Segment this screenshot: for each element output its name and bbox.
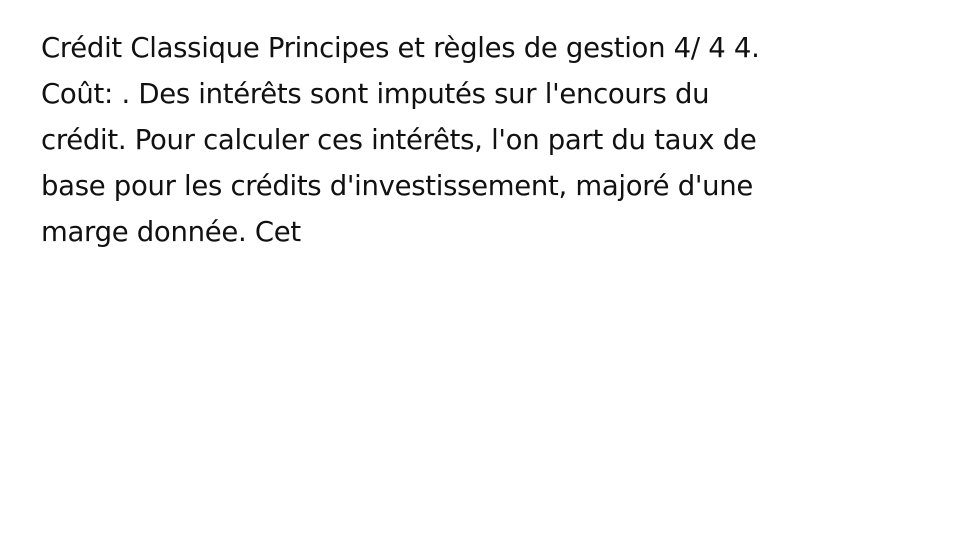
text-line-1: Crédit Classique Principes et règles de … xyxy=(41,32,760,64)
text-line-2: Coût: . Des intérêts sont imputés sur l'… xyxy=(41,78,710,110)
text-line-5: marge donnée. Cet xyxy=(41,216,301,248)
document-page: Crédit Classique Principes et règles de … xyxy=(0,0,960,540)
text-line-4: base pour les crédits d'investissement, … xyxy=(41,170,754,202)
text-line-3: crédit. Pour calculer ces intérêts, l'on… xyxy=(41,124,757,156)
body-paragraph: Crédit Classique Principes et règles de … xyxy=(41,25,921,255)
